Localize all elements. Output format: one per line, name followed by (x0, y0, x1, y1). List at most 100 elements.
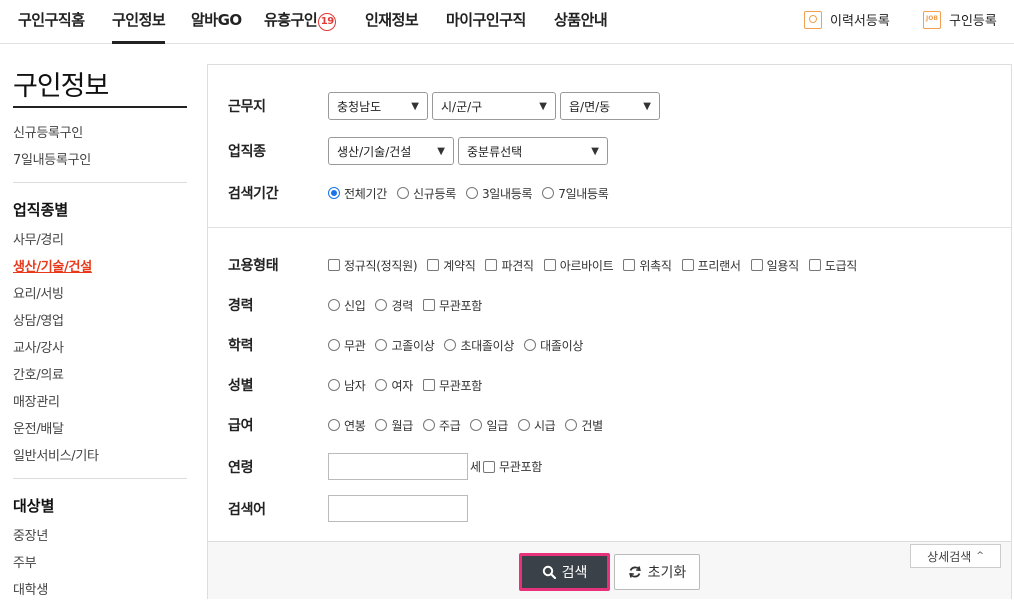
checkbox[interactable] (483, 460, 496, 473)
radio[interactable] (465, 187, 478, 199)
job-main-select[interactable]: 생산/기술/건설 ▼ (328, 137, 454, 165)
career-option-new[interactable]: 신입 (328, 297, 366, 314)
location-sigungu-value: 시/군/구 (441, 99, 483, 114)
sidebar-item-teacher[interactable]: 교사/강사 (13, 335, 187, 362)
sidebar: 구인정보 신규등록구인 7일내등록구인 업직종별 사무/경리 생산/기술/건설 … (13, 60, 187, 604)
employment-option[interactable]: 정규직(정직원) (328, 257, 418, 274)
radio[interactable] (524, 339, 537, 351)
sidebar-item-housewife[interactable]: 주부 (13, 550, 187, 577)
period-option-all[interactable]: 전체기간 (328, 185, 387, 202)
salary-option[interactable]: 월급 (375, 417, 413, 434)
radio[interactable] (375, 419, 388, 431)
sidebar-item-cooking[interactable]: 요리/서빙 (13, 281, 187, 308)
search-button[interactable]: 검색 (519, 553, 610, 591)
sidebar-item-sales[interactable]: 상담/영업 (13, 308, 187, 335)
career-option-exp[interactable]: 경력 (375, 297, 413, 314)
location-dong-select[interactable]: 읍/면/동 ▼ (560, 92, 660, 120)
radio[interactable] (422, 419, 435, 431)
job-register-link[interactable]: JOB 구인등록 (923, 10, 997, 29)
detail-search-button[interactable]: 상세검색 ^ (910, 544, 1001, 568)
location-sido-select[interactable]: 충청남도 ▼ (328, 92, 428, 120)
nav-job-info[interactable]: 구인정보 (112, 9, 166, 44)
row-career: 경력 신입 경력 무관포함 (228, 295, 492, 315)
job-sub-select[interactable]: 중분류선택 ▼ (458, 137, 608, 165)
keyword-input[interactable] (328, 495, 468, 522)
education-option[interactable]: 대졸이상 (524, 337, 583, 354)
checkbox[interactable] (543, 259, 556, 271)
salary-option[interactable]: 시급 (517, 417, 556, 434)
employment-option[interactable]: 일용직 (750, 257, 799, 274)
checkbox[interactable] (750, 259, 763, 271)
career-any-checkbox[interactable]: 무관포함 (422, 297, 482, 314)
education-option[interactable]: 고졸이상 (375, 337, 435, 354)
age-input[interactable] (328, 453, 468, 480)
nav-home[interactable]: 구인구직홈 (18, 9, 85, 44)
radio[interactable] (470, 419, 483, 431)
period-option-7days[interactable]: 7일내등록 (542, 185, 609, 202)
age-any-checkbox[interactable]: 무관포함 (483, 458, 542, 475)
sidebar-link-7days[interactable]: 7일내등록구인 (13, 147, 187, 174)
employment-option[interactable]: 파견직 (485, 257, 534, 274)
radio-selected[interactable] (328, 187, 340, 199)
sidebar-item-driving[interactable]: 운전/배달 (13, 416, 187, 443)
checkbox[interactable] (422, 299, 435, 311)
gender-any-checkbox[interactable]: 무관포함 (422, 377, 482, 394)
radio[interactable] (517, 419, 530, 431)
nav-alba-go[interactable]: 알바GO (191, 9, 242, 44)
nav-entertainment-jobs[interactable]: 유흥구인 19 (264, 9, 337, 44)
radio[interactable] (444, 339, 457, 351)
radio[interactable] (565, 419, 578, 431)
period-option-new[interactable]: 신규등록 (396, 185, 456, 202)
sidebar-item-middle-aged[interactable]: 중장년 (13, 523, 187, 550)
radio[interactable] (542, 187, 555, 199)
row-location: 근무지 충청남도 ▼ 시/군/구 ▼ 읍/면/동 ▼ (228, 92, 664, 120)
resume-register-link[interactable]: 이력서등록 (804, 10, 890, 29)
checkbox[interactable] (681, 259, 694, 271)
reset-button-label: 초기화 (647, 565, 687, 581)
sidebar-item-medical[interactable]: 간호/의료 (13, 362, 187, 389)
checkbox[interactable] (808, 259, 821, 271)
checkbox[interactable] (485, 259, 498, 271)
employment-option[interactable]: 위촉직 (623, 257, 672, 274)
radio[interactable] (328, 419, 340, 431)
nav-talent-info[interactable]: 인재정보 (365, 9, 419, 44)
gender-option-male[interactable]: 남자 (328, 377, 366, 394)
sidebar-link-new[interactable]: 신규등록구인 (13, 120, 187, 147)
employment-option[interactable]: 프리랜서 (681, 257, 741, 274)
employment-option[interactable]: 도급직 (808, 257, 857, 274)
salary-option[interactable]: 연봉 (328, 417, 366, 434)
education-option[interactable]: 초대졸이상 (444, 337, 514, 354)
option-label: 초대졸이상 (460, 338, 515, 353)
reset-button[interactable]: 초기화 (614, 554, 700, 590)
radio[interactable] (328, 339, 340, 351)
employment-option[interactable]: 계약직 (427, 257, 476, 274)
row-education: 학력 무관 고졸이상 초대졸이상 대졸이상 (228, 335, 593, 355)
radio[interactable] (375, 339, 388, 351)
radio[interactable] (328, 379, 340, 391)
gender-option-female[interactable]: 여자 (375, 377, 413, 394)
radio[interactable] (375, 379, 388, 391)
option-label: 여자 (391, 378, 413, 393)
location-sigungu-select[interactable]: 시/군/구 ▼ (432, 92, 556, 120)
salary-option[interactable]: 건별 (565, 417, 603, 434)
sidebar-item-student[interactable]: 대학생 (13, 577, 187, 604)
education-option[interactable]: 무관 (328, 337, 366, 354)
checkbox[interactable] (328, 259, 340, 271)
nav-products[interactable]: 상품안내 (554, 9, 608, 44)
checkbox[interactable] (623, 259, 636, 271)
sidebar-item-store[interactable]: 매장관리 (13, 389, 187, 416)
option-label: 고졸이상 (391, 338, 435, 353)
salary-option[interactable]: 주급 (422, 417, 461, 434)
sidebar-item-office[interactable]: 사무/경리 (13, 227, 187, 254)
radio[interactable] (375, 299, 388, 311)
employment-option[interactable]: 아르바이트 (543, 257, 614, 274)
radio[interactable] (328, 299, 340, 311)
checkbox[interactable] (422, 379, 435, 391)
radio[interactable] (396, 187, 409, 199)
checkbox[interactable] (427, 259, 440, 271)
period-option-3days[interactable]: 3일내등록 (465, 185, 533, 202)
sidebar-item-production[interactable]: 생산/기술/건설 (13, 254, 187, 281)
nav-my-jobs[interactable]: 마이구인구직 (446, 9, 526, 44)
sidebar-item-service[interactable]: 일반서비스/기타 (13, 443, 187, 470)
salary-option[interactable]: 일급 (470, 417, 508, 434)
